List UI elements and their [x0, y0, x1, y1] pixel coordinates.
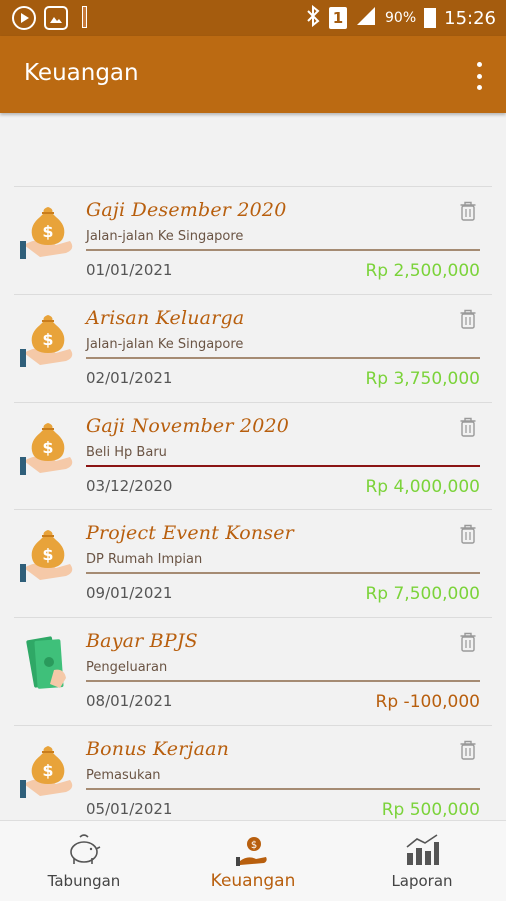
transaction-date: 08/01/2021 — [86, 692, 173, 711]
transaction-row[interactable]: $ Bonus Kerjaan Pemasukan 05/01/2021 Rp 500,… — [14, 726, 492, 834]
bar-chart-icon — [403, 833, 441, 867]
svg-text:$: $ — [251, 840, 257, 851]
transaction-list: $ Gaji Desember 2020 Jalan-jalan Ke Singap… — [0, 186, 506, 834]
battery-icon — [424, 8, 437, 28]
trash-icon[interactable] — [460, 740, 476, 760]
trash-icon[interactable] — [460, 201, 476, 221]
divider — [86, 464, 480, 467]
app-notification-icon — [82, 6, 87, 28]
overflow-menu-icon[interactable] — [474, 62, 484, 90]
play-notification-icon — [12, 6, 36, 30]
nav-label: Keuangan — [210, 871, 296, 891]
transaction-title: Project Event Konser — [86, 522, 294, 545]
app-bar: Keuangan — [0, 36, 506, 113]
svg-text:$: $ — [42, 761, 53, 780]
transaction-title: Gaji Desember 2020 — [86, 199, 287, 221]
svg-text:$: $ — [42, 438, 53, 457]
transaction-amount: Rp -100,000 — [375, 692, 480, 713]
clock: 15:26 — [444, 7, 496, 29]
transaction-category: Beli Hp Baru — [86, 444, 167, 460]
transaction-row[interactable]: Bayar BPJS Pengeluaran 08/01/2021 Rp -100,0… — [14, 618, 492, 726]
divider — [86, 249, 480, 251]
trash-icon[interactable] — [460, 309, 476, 329]
transaction-amount: Rp 2,500,000 — [365, 261, 480, 281]
divider — [86, 356, 480, 359]
notification-icons — [12, 6, 87, 30]
trash-icon[interactable] — [460, 524, 476, 545]
nav-label: Tabungan — [47, 872, 121, 890]
signal-icon — [355, 5, 377, 31]
transaction-title: Arisan Keluarga — [86, 306, 245, 329]
transaction-title: Bayar BPJS — [86, 630, 198, 653]
transaction-row[interactable]: $ Gaji November 2020 Beli Hp Baru 03/12/202… — [14, 403, 492, 511]
transaction-category: Pengeluaran — [86, 660, 168, 676]
svg-text:$: $ — [42, 330, 53, 349]
sim-icon: 1 — [329, 7, 347, 29]
transaction-amount: Rp 4,000,000 — [365, 476, 480, 497]
page-title: Keuangan — [24, 60, 139, 86]
transaction-date: 05/01/2021 — [86, 799, 173, 818]
money-hand-icon: $ — [234, 833, 272, 867]
nav-item-tabungan[interactable]: Tabungan — [0, 821, 168, 901]
divider — [86, 572, 480, 575]
system-icons: 1 90% 15:26 — [305, 4, 496, 31]
cash-hand-icon — [20, 632, 76, 692]
trash-icon[interactable] — [460, 417, 476, 437]
transaction-amount: Rp 7,500,000 — [365, 584, 480, 605]
money-bag-icon: $ — [20, 309, 76, 369]
transaction-category: DP Rumah Impian — [86, 552, 203, 568]
trash-icon[interactable] — [460, 632, 476, 652]
money-bag-icon: $ — [20, 524, 76, 584]
transaction-date: 02/01/2021 — [86, 368, 173, 387]
divider — [86, 680, 480, 683]
transaction-title: Gaji November 2020 — [86, 414, 290, 437]
status-bar: 1 90% 15:26 — [0, 0, 506, 36]
bluetooth-icon — [305, 4, 321, 31]
transaction-amount: Rp 500,000 — [381, 799, 480, 820]
transaction-title: Bonus Kerjaan — [86, 737, 230, 760]
piggy-bank-icon — [65, 833, 103, 867]
money-bag-icon: $ — [20, 740, 76, 800]
money-bag-icon: $ — [20, 201, 76, 261]
transaction-row[interactable]: $ Arisan Keluarga Jalan-jalan Ke Singapore… — [14, 295, 492, 403]
transaction-category: Jalan-jalan Ke Singapore — [86, 229, 244, 244]
transaction-date: 09/01/2021 — [86, 584, 173, 603]
nav-item-keuangan[interactable]: $ Keuangan — [169, 821, 337, 901]
svg-text:$: $ — [42, 545, 53, 564]
transaction-date: 03/12/2020 — [86, 476, 173, 495]
divider — [86, 787, 480, 790]
transaction-amount: Rp 3,750,000 — [365, 368, 480, 389]
battery-percent: 90% — [385, 10, 417, 26]
bottom-navigation: Tabungan $ Keuangan Laporan — [0, 820, 506, 901]
image-notification-icon — [44, 6, 68, 30]
money-bag-icon: $ — [20, 417, 76, 477]
nav-label: Laporan — [391, 872, 453, 890]
nav-item-laporan[interactable]: Laporan — [338, 821, 506, 901]
transaction-category: Pemasukan — [86, 767, 161, 783]
transaction-category: Jalan-jalan Ke Singapore — [86, 336, 244, 352]
svg-text:$: $ — [42, 222, 53, 241]
transaction-row[interactable]: $ Gaji Desember 2020 Jalan-jalan Ke Singap… — [14, 186, 492, 295]
transaction-date: 01/01/2021 — [86, 261, 173, 279]
transaction-row[interactable]: $ Project Event Konser DP Rumah Impian 09/0… — [14, 510, 492, 619]
